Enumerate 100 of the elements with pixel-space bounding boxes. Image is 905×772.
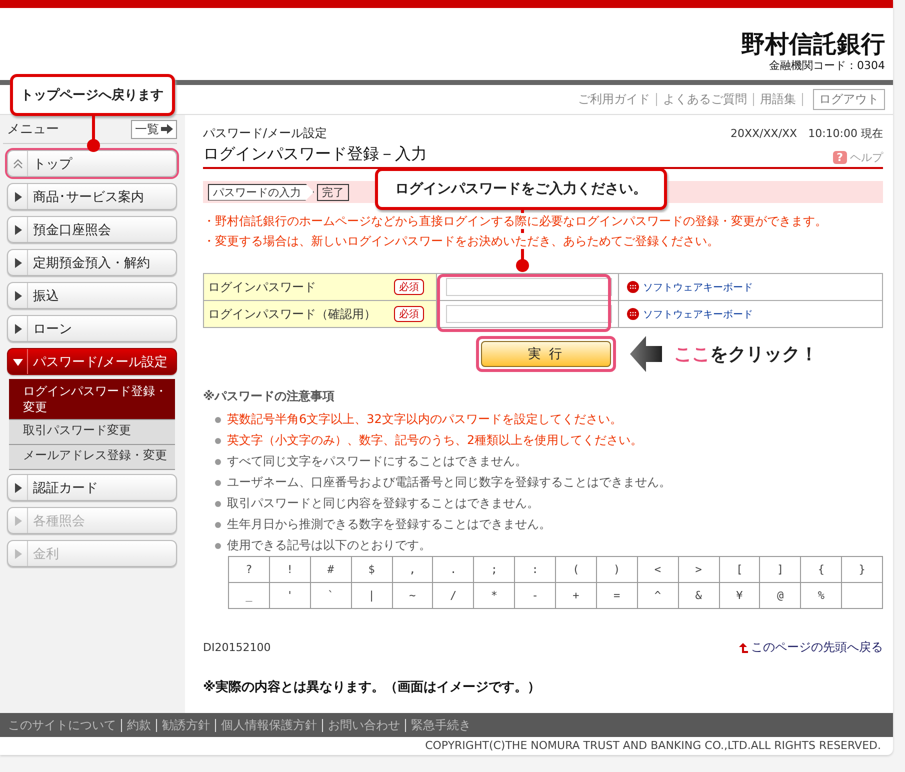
symbol-cell: ' (269, 582, 310, 608)
submenu-item[interactable]: ログインパスワード登録・変更 (9, 379, 175, 420)
disclaimer: ※実際の内容とは異なります。（画面はイメージです。） (203, 678, 542, 696)
copyright: COPYRIGHT(C)THE NOMURA TRUST AND BANKING CO.,LTD.ALL RIGHTS RESERVED. (424, 738, 882, 754)
triangle-right-icon (12, 190, 22, 202)
symbol-cell: ) (596, 556, 638, 582)
symbol-cell: ~ (392, 582, 433, 608)
submenu-item[interactable]: 取引パスワード変更 (9, 420, 175, 445)
logout-button[interactable]: ログアウト (813, 89, 885, 110)
keyboard-icon (627, 308, 639, 320)
symbol-cell: < (637, 556, 678, 582)
symbol-cell: _ (228, 582, 270, 608)
bullet-icon (215, 480, 221, 486)
bullet-icon (215, 416, 221, 422)
footer-link[interactable]: このサイトについて (8, 716, 116, 734)
page-code: DI20152100 (203, 641, 271, 654)
password-field[interactable] (446, 305, 612, 323)
note-text: 英文字（小文字のみ）、数字、記号のうち、2種類以上を使用してください。 (227, 432, 643, 449)
bullet-icon (215, 438, 221, 444)
click-hint: ここ をクリック！ (674, 343, 818, 366)
triangle-right-icon (12, 482, 22, 494)
up-arrow-icon (738, 642, 748, 652)
right-arrow-icon (161, 124, 173, 134)
menu-item[interactable]: 定期預金預入・解約 (7, 249, 177, 276)
symbol-cell: ? (228, 556, 270, 582)
bullet-icon (215, 458, 221, 464)
required-tag: 必須 (394, 306, 424, 322)
callout-box: トップページへ戻ります (10, 74, 174, 116)
symbol-cell: = (596, 582, 638, 608)
symbol-cell: @ (760, 582, 801, 608)
triangle-down-icon (12, 356, 24, 366)
menu-item[interactable]: 認証カード (7, 474, 177, 501)
symbol-cell: { (800, 556, 842, 582)
step-label: 完了 (317, 184, 349, 200)
institution-code: 金融機関コード：0304 (768, 58, 885, 72)
symbol-cell: ] (760, 556, 801, 582)
symbol-cell: [ (719, 556, 760, 582)
triangle-right-icon (12, 548, 22, 560)
leader-line (516, 210, 529, 272)
symbol-cell: : (514, 556, 556, 582)
footer-link[interactable]: お問い合わせ (328, 716, 400, 734)
symbol-cell: ! (269, 556, 310, 582)
breadcrumb: パスワード/メール設定 (203, 125, 328, 142)
bank-name: 野村信託銀行 (741, 30, 885, 58)
back-to-top-link[interactable]: このページの先頭へ戻る (751, 639, 883, 656)
menu-list-button[interactable]: 一覧 (131, 120, 177, 138)
note-text: ユーザネーム、口座番号および電話番号と同じ数字を登録することはできません。 (227, 474, 671, 491)
bullet-icon (215, 542, 221, 548)
required-tag: 必須 (394, 279, 424, 295)
symbol-cell: % (800, 582, 842, 608)
note-text: 英数記号半角6文字以上、32文字以内のパスワードを設定してください。 (227, 411, 622, 428)
submenu-item[interactable]: メールアドレス登録・変更 (9, 445, 175, 470)
utility-link[interactable]: よくあるご質問 (663, 91, 747, 108)
triangle-right-icon (12, 322, 22, 334)
menu-item[interactable]: パスワード/メール設定 (7, 348, 177, 375)
menu-title: メニュー (7, 121, 59, 138)
note-text: 取引パスワードと同じ内容を登録することはできません。 (227, 495, 539, 512)
submit-button[interactable]: 実 行 (481, 341, 611, 367)
footer-link[interactable]: 緊急手続き (411, 716, 471, 734)
software-keyboard-link[interactable]: ソフトウェアキーボード (643, 309, 753, 320)
triangle-right-icon (12, 514, 22, 526)
field-label: ログインパスワード (208, 278, 316, 296)
triangle-right-icon (12, 224, 22, 236)
symbol-cell: , (392, 556, 433, 582)
password-field[interactable] (446, 278, 612, 296)
symbol-cell: . (432, 556, 474, 582)
symbol-cell: * (474, 582, 515, 608)
triangle-right-icon (12, 256, 22, 268)
symbol-cell: ; (474, 556, 515, 582)
footer-link[interactable]: 約款 (127, 716, 151, 734)
symbol-cell: > (678, 556, 719, 582)
menu-item[interactable]: 振込 (7, 282, 177, 309)
field-label: ログインパスワード（確認用） (208, 306, 376, 322)
bullet-icon (215, 522, 221, 528)
menu-item[interactable]: 預金口座照会 (7, 216, 177, 243)
left-arrow-icon (630, 336, 662, 372)
leader-line (87, 116, 100, 152)
symbol-cell: ` (310, 582, 352, 608)
symbol-cell: | (351, 582, 392, 608)
symbol-cell: ¥ (719, 582, 760, 608)
menu-item[interactable]: トップ (7, 150, 177, 177)
note-text: 使用できる記号は以下のとおりです。 (227, 537, 431, 554)
menu-item[interactable]: 商品･サービス案内 (7, 183, 177, 210)
symbol-cell: - (514, 582, 556, 608)
software-keyboard-link[interactable]: ソフトウェアキーボード (643, 282, 753, 294)
footer-link[interactable]: 勧誘方針 (162, 716, 210, 734)
utility-link[interactable]: 用語集 (760, 91, 796, 108)
symbol-cell: ( (556, 556, 596, 582)
keyboard-icon (627, 281, 639, 294)
page-title: ログインパスワード登録－入力 (203, 144, 427, 165)
footer-link[interactable]: 個人情報保護方針 (221, 716, 317, 734)
datetime: 20XX/XX/XX 10:10:00 現在 (730, 126, 883, 141)
menu-item[interactable]: ローン (7, 315, 177, 342)
symbol-cell: + (556, 582, 596, 608)
callout-box: ログインパスワードをご入力ください。 (375, 168, 667, 210)
symbol-cell: # (310, 556, 352, 582)
symbol-cell: & (678, 582, 719, 608)
triangle-right-icon (12, 290, 22, 302)
bullet-icon (215, 500, 221, 506)
utility-link[interactable]: ご利用ガイド (578, 91, 650, 108)
